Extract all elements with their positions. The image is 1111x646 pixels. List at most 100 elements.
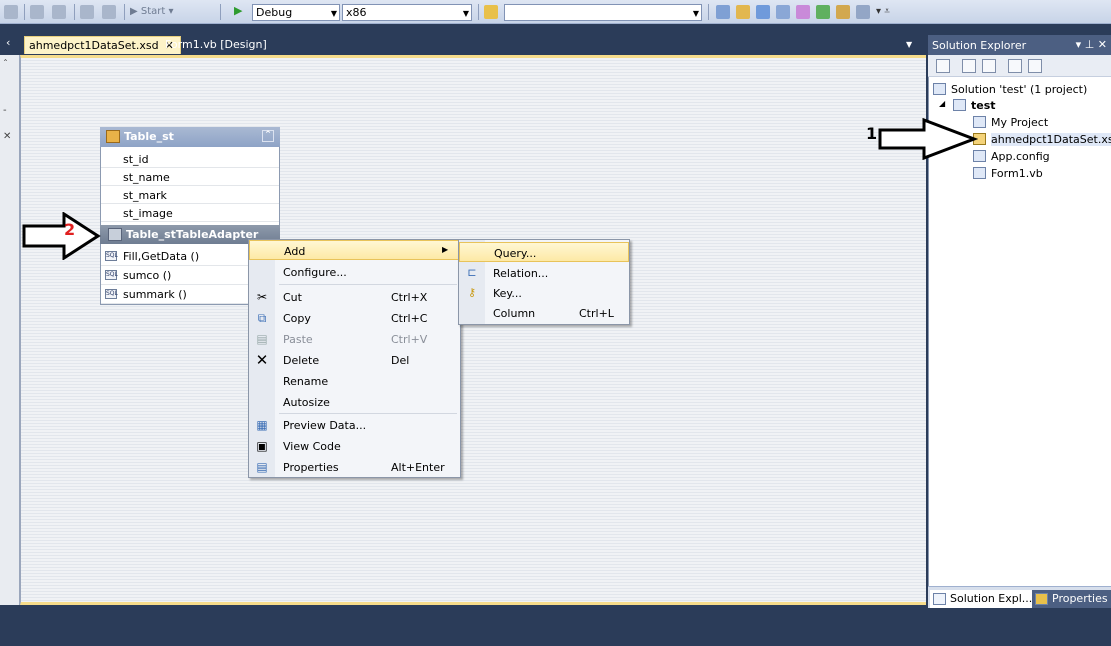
- extension-icon[interactable]: [796, 5, 810, 19]
- context-menu: Add ▶ Configure... ✂ Cut Ctrl+X ⧉ Copy C…: [248, 239, 461, 478]
- menu-item-label: Query...: [494, 247, 537, 260]
- window-layout-icon[interactable]: [856, 5, 870, 19]
- arrow-2-label: 2: [64, 220, 76, 239]
- menu-item-key[interactable]: ⚷ Key...: [459, 283, 629, 303]
- menu-item-view-code[interactable]: ▣ View Code: [249, 436, 460, 456]
- save-icon[interactable]: [4, 5, 18, 19]
- menu-item-rename[interactable]: Rename: [249, 371, 460, 391]
- properties-window-icon[interactable]: [736, 5, 750, 19]
- toolbar-separator: [708, 4, 709, 20]
- start-label: Start: [140, 6, 166, 17]
- tree-node-label: Solution 'test' (1 project): [951, 83, 1088, 96]
- panel-title: Solution Explorer: [932, 39, 1027, 52]
- tab-properties[interactable]: Properties: [1032, 590, 1111, 608]
- table-field[interactable]: st_mark: [101, 186, 279, 204]
- panel-window-controls[interactable]: ▾ ⊥ ✕: [1076, 38, 1107, 51]
- toolbar-overflow-icon[interactable]: ▾ ⩡: [876, 6, 890, 17]
- object-browser-icon[interactable]: [756, 5, 770, 19]
- scissors-icon: ✂: [256, 290, 268, 304]
- menu-item-paste[interactable]: ▤ Paste Ctrl+V: [249, 329, 460, 349]
- tab-solution-explorer[interactable]: Solution Expl...: [930, 590, 1037, 608]
- view-designer-icon[interactable]: [1028, 59, 1042, 73]
- menu-item-add[interactable]: Add ▶: [249, 240, 460, 260]
- navigate-backward-icon[interactable]: [80, 5, 94, 19]
- menu-item-label: Key...: [493, 287, 522, 300]
- menu-item-shortcut: Alt+Enter: [391, 461, 445, 474]
- toolbox-icon[interactable]: [776, 5, 790, 19]
- table-field[interactable]: st_image: [101, 204, 279, 222]
- scroll-tabs-left-icon[interactable]: ‹: [6, 36, 10, 49]
- menu-item-cut[interactable]: ✂ Cut Ctrl+X: [249, 287, 460, 307]
- menu-item-label: Rename: [283, 375, 329, 388]
- field-label: st_name: [123, 171, 170, 184]
- menu-item-autosize[interactable]: Autosize: [249, 392, 460, 412]
- show-all-files-icon[interactable]: [962, 59, 976, 73]
- menu-item-relation[interactable]: ⊏ Relation...: [459, 263, 629, 283]
- configuration-combo[interactable]: Debug ▼: [252, 4, 340, 21]
- menu-separator: [279, 284, 457, 285]
- table-field[interactable]: st_name: [101, 168, 279, 186]
- collapse-icon[interactable]: ⌃: [262, 130, 274, 142]
- chevron-down-icon: ▼: [330, 9, 337, 18]
- platform-combo[interactable]: x86 ▼: [342, 4, 472, 21]
- find-in-files-icon[interactable]: [484, 5, 498, 19]
- tree-node-label: App.config: [991, 150, 1050, 163]
- tab-form1-design[interactable]: Form1.vb [Design]: [165, 38, 267, 51]
- sql-icon: SQL: [105, 270, 118, 280]
- close-icon[interactable]: ✕: [3, 131, 11, 142]
- menu-item-label: View Code: [283, 440, 341, 453]
- solution-explorer-titlebar[interactable]: Solution Explorer ▾ ⊥ ✕: [928, 35, 1111, 55]
- command-window-icon[interactable]: [836, 5, 850, 19]
- table-st-header[interactable]: Table_st ⌃: [100, 127, 280, 147]
- tree-node-label: test: [971, 99, 996, 112]
- tab-label: Solution Expl...: [950, 592, 1033, 605]
- menu-item-column[interactable]: Column Ctrl+L: [459, 303, 629, 323]
- menu-item-copy[interactable]: ⧉ Copy Ctrl+C: [249, 308, 460, 328]
- tab-dataset-xsd[interactable]: ahmedpct1DataSet.xsd ✕: [24, 36, 181, 54]
- menu-item-shortcut: Del: [391, 354, 410, 367]
- menu-item-label: Properties: [283, 461, 339, 474]
- expand-triangle-icon[interactable]: ◢: [939, 99, 945, 108]
- start-button[interactable]: ▶ Start ▾: [130, 6, 174, 17]
- tree-node-label: My Project: [991, 116, 1049, 129]
- pin-icon[interactable]: ˆ: [3, 59, 8, 70]
- play-icon[interactable]: ▶: [234, 4, 242, 17]
- relation-icon: ⊏: [467, 266, 477, 279]
- solution-explorer-icon[interactable]: [716, 5, 730, 19]
- start-page-icon[interactable]: [816, 5, 830, 19]
- form-file-icon: [973, 167, 986, 179]
- properties-icon[interactable]: [936, 59, 950, 73]
- table-field[interactable]: st_id: [101, 150, 279, 168]
- menu-item-label: Copy: [283, 312, 311, 325]
- delete-icon: ✕: [255, 351, 269, 369]
- menu-item-preview-data[interactable]: ▦ Preview Data...: [249, 415, 460, 435]
- navigate-forward-icon[interactable]: [102, 5, 116, 19]
- menu-item-label: Paste: [283, 333, 313, 346]
- menu-item-query[interactable]: Query...: [459, 242, 629, 262]
- toolbox-strip[interactable]: ˆ - ✕: [0, 55, 20, 605]
- view-code-icon[interactable]: [1008, 59, 1022, 73]
- redo-icon[interactable]: [52, 5, 66, 19]
- menu-item-label: Add: [284, 245, 306, 258]
- menu-item-label: Cut: [283, 291, 302, 304]
- add-submenu: Query... ⊏ Relation... ⚷ Key... Column C…: [458, 239, 630, 325]
- menu-item-delete[interactable]: ✕ Delete Del: [249, 350, 460, 370]
- toolbar-separator: [478, 4, 479, 20]
- chevron-down-icon: ▼: [462, 9, 469, 18]
- find-combo[interactable]: ▼: [504, 4, 702, 21]
- undo-icon[interactable]: [30, 5, 44, 19]
- tab-label: ahmedpct1DataSet.xsd: [29, 39, 159, 52]
- dash-icon: -: [3, 105, 7, 116]
- vb-project-icon: [953, 99, 966, 111]
- menu-item-properties[interactable]: ▤ Properties Alt+Enter: [249, 457, 460, 477]
- table-icon: [106, 130, 120, 143]
- refresh-icon[interactable]: [982, 59, 996, 73]
- tab-list-dropdown-icon[interactable]: ▼: [906, 40, 912, 49]
- menu-item-configure[interactable]: Configure...: [249, 262, 460, 282]
- arrow-1-annotation: [878, 118, 978, 160]
- sql-icon: SQL: [105, 251, 118, 261]
- solution-explorer-toolbar: [928, 55, 1111, 77]
- field-label: st_mark: [123, 189, 167, 202]
- arrow-2-annotation: [22, 212, 101, 260]
- preview-icon: ▦: [256, 418, 268, 432]
